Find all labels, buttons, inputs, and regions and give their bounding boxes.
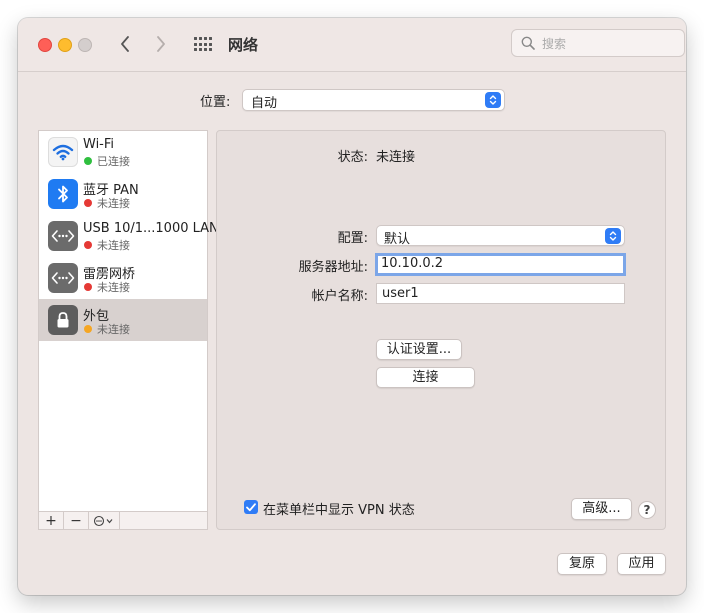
service-status: 未连接 bbox=[97, 281, 130, 294]
search-placeholder: 搜索 bbox=[542, 37, 567, 51]
add-service-button[interactable]: + bbox=[39, 512, 64, 529]
search-icon bbox=[521, 36, 535, 50]
config-value: 默认 bbox=[384, 232, 411, 247]
service-status: 未连接 bbox=[97, 323, 130, 336]
titlebar: 网络 搜索 bbox=[18, 18, 686, 72]
service-list-toolbar: + − bbox=[38, 511, 208, 530]
help-button[interactable]: ? bbox=[638, 501, 656, 519]
zoom-button[interactable] bbox=[78, 38, 92, 52]
status-value: 未连接 bbox=[376, 150, 416, 165]
location-select[interactable]: 自动 bbox=[242, 89, 505, 111]
service-item-wifi[interactable]: Wi-Fi 已连接 bbox=[39, 131, 207, 173]
status-dot bbox=[84, 241, 92, 249]
back-button[interactable] bbox=[112, 32, 138, 56]
show-vpn-status-label: 在菜单栏中显示 VPN 状态 bbox=[263, 503, 415, 518]
service-list: Wi-Fi 已连接 蓝牙 PAN 未连接 USB 10/1...1000 LAN… bbox=[38, 130, 219, 530]
select-stepper-icon bbox=[485, 92, 501, 108]
show-all-grid-icon[interactable] bbox=[194, 37, 212, 51]
service-status: 未连接 bbox=[97, 197, 130, 210]
account-name-label: 帐户名称: bbox=[311, 289, 368, 304]
revert-button[interactable]: 复原 bbox=[557, 553, 607, 575]
service-item-vpn[interactable]: 外包 未连接 bbox=[39, 299, 207, 341]
service-status: 已连接 bbox=[97, 155, 130, 168]
connect-button[interactable]: 连接 bbox=[376, 367, 475, 388]
lock-icon bbox=[48, 305, 78, 335]
checkmark-icon bbox=[246, 502, 256, 511]
service-name: Wi-Fi bbox=[83, 137, 115, 152]
service-status: 未连接 bbox=[97, 239, 130, 252]
service-item-bluetooth-pan[interactable]: 蓝牙 PAN 未连接 bbox=[39, 173, 207, 215]
service-item-thunderbolt-bridge[interactable]: 雷雳网桥 未连接 bbox=[39, 257, 207, 299]
server-address-field[interactable]: 10.10.0.2 bbox=[375, 253, 626, 276]
action-menu-button[interactable] bbox=[89, 512, 120, 529]
wifi-icon bbox=[48, 137, 78, 167]
minimize-button[interactable] bbox=[58, 38, 72, 52]
forward-button[interactable] bbox=[148, 32, 174, 56]
select-stepper-icon bbox=[605, 228, 621, 244]
authentication-settings-button[interactable]: 认证设置... bbox=[376, 339, 462, 360]
search-field[interactable]: 搜索 bbox=[511, 29, 685, 57]
config-label: 配置: bbox=[337, 231, 368, 246]
location-label: 位置: bbox=[200, 95, 231, 110]
chevron-right-icon bbox=[157, 36, 165, 52]
status-dot bbox=[84, 199, 92, 207]
chevron-left-icon bbox=[121, 36, 129, 52]
network-preferences-window: 网络 搜索 位置: 自动 Wi-Fi 已连接 蓝牙 PAN 未连接 USB 10… bbox=[18, 18, 686, 595]
service-name: USB 10/1...1000 LAN bbox=[83, 221, 219, 236]
service-item-usb-lan[interactable]: USB 10/1...1000 LAN 未连接 bbox=[39, 215, 219, 257]
remove-service-button[interactable]: − bbox=[64, 512, 89, 529]
status-label: 状态: bbox=[337, 150, 368, 165]
config-select[interactable]: 默认 bbox=[376, 225, 625, 247]
server-address-label: 服务器地址: bbox=[298, 260, 368, 275]
status-dot bbox=[84, 325, 92, 333]
vpn-detail-panel bbox=[216, 130, 666, 530]
window-title: 网络 bbox=[228, 36, 259, 54]
bluetooth-icon bbox=[48, 179, 78, 209]
status-dot bbox=[84, 283, 92, 291]
action-gear-icon bbox=[93, 515, 113, 526]
advanced-button[interactable]: 高级... bbox=[571, 498, 632, 520]
ethernet-icon bbox=[48, 221, 78, 251]
ethernet-icon bbox=[48, 263, 78, 293]
status-dot bbox=[84, 157, 92, 165]
location-value: 自动 bbox=[251, 96, 278, 111]
apply-button[interactable]: 应用 bbox=[617, 553, 666, 575]
account-name-field[interactable]: user1 bbox=[376, 283, 625, 304]
show-vpn-status-checkbox[interactable] bbox=[244, 500, 258, 514]
close-button[interactable] bbox=[38, 38, 52, 52]
